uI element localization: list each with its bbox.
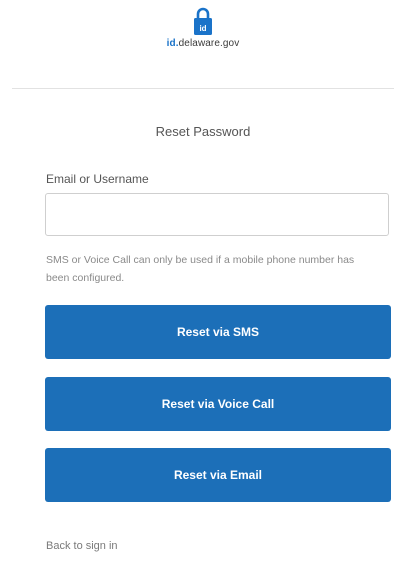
- header-divider: [12, 88, 394, 89]
- sms-voice-hint: SMS or Voice Call can only be used if a …: [46, 254, 355, 284]
- reset-via-sms-button[interactable]: Reset via SMS: [45, 305, 391, 359]
- lock-icon: id: [194, 7, 212, 35]
- logo-domain-text: delaware.gov: [178, 38, 240, 49]
- reset-via-email-button[interactable]: Reset via Email: [45, 448, 391, 502]
- svg-text:id: id: [199, 24, 206, 33]
- email-label: Email or Username: [46, 172, 149, 186]
- logo-id-text: id.: [166, 38, 179, 49]
- back-to-sign-in-link[interactable]: Back to sign in: [46, 540, 118, 552]
- email-input[interactable]: [45, 193, 389, 236]
- page-title: Reset Password: [155, 124, 251, 139]
- logo-text: id.delaware.gov: [0, 38, 406, 49]
- reset-via-voice-call-button[interactable]: Reset via Voice Call: [45, 377, 391, 431]
- site-logo: id id.delaware.gov: [0, 6, 406, 49]
